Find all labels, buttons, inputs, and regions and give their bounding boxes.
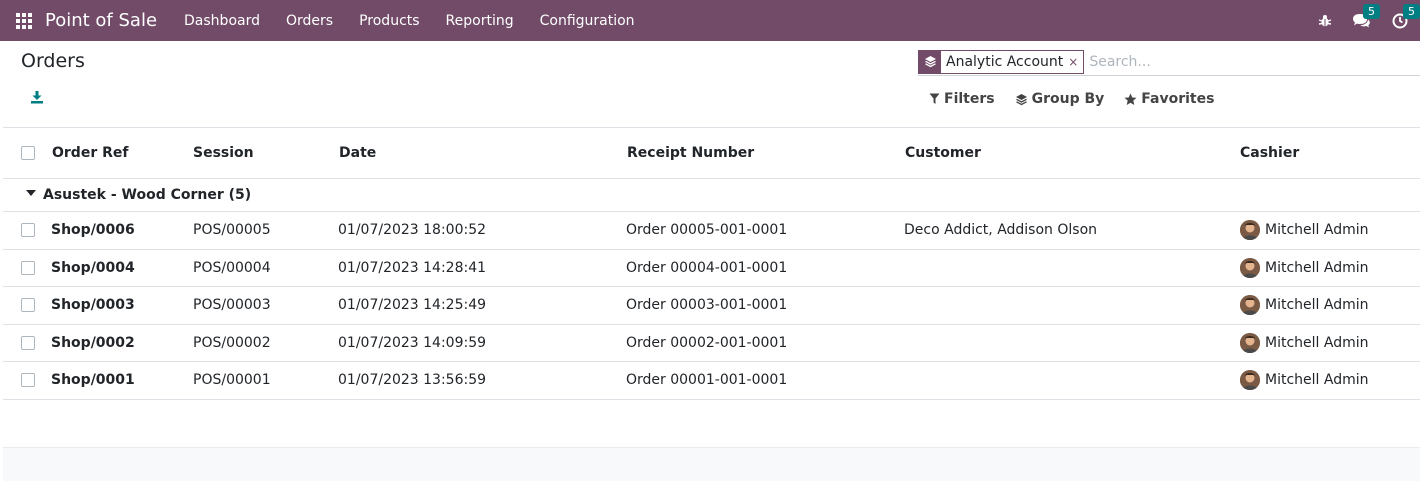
- download-button[interactable]: [30, 90, 44, 108]
- column-header-customer[interactable]: Customer: [905, 128, 981, 178]
- session: POS/00001: [193, 372, 271, 389]
- select-all-checkbox[interactable]: [21, 146, 35, 160]
- group-label: Asustek - Wood Corner (5): [43, 187, 252, 203]
- cashier-name: Mitchell Admin: [1265, 259, 1369, 276]
- row-checkbox[interactable]: [21, 223, 35, 238]
- orders-list: Order Ref Session Date Receipt Number Cu…: [3, 127, 1420, 400]
- menu-configuration[interactable]: Configuration: [527, 13, 648, 29]
- column-header-date[interactable]: Date: [339, 128, 376, 178]
- search-input[interactable]: [1089, 53, 1390, 70]
- filters-button[interactable]: Filters: [929, 91, 995, 107]
- menu-reporting[interactable]: Reporting: [433, 13, 527, 29]
- avatar: [1240, 257, 1260, 278]
- cashier-name: Mitchell Admin: [1265, 372, 1369, 389]
- group-row[interactable]: Asustek - Wood Corner (5): [3, 179, 1420, 212]
- order-ref: Shop/0004: [51, 259, 135, 276]
- receipt-number: Order 00004-001-0001: [626, 259, 788, 276]
- session: POS/00004: [193, 259, 271, 276]
- layers-icon: [919, 50, 941, 73]
- date: 01/07/2023 14:25:49: [338, 297, 487, 314]
- messages-badge: 5: [1363, 4, 1380, 19]
- order-ref: Shop/0001: [51, 372, 135, 389]
- download-icon: [31, 91, 43, 104]
- list-footer-area: [3, 447, 1420, 481]
- group-by-button[interactable]: Group By: [1015, 91, 1105, 107]
- column-header-order-ref[interactable]: Order Ref: [52, 128, 128, 178]
- chat-icon[interactable]: 5: [1352, 4, 1380, 28]
- row-checkbox[interactable]: [21, 298, 35, 313]
- search-bar: Analytic Account ×: [918, 48, 1420, 76]
- caret-down-icon: [26, 190, 36, 196]
- table-row[interactable]: Shop/0001 POS/00001 01/07/2023 13:56:59 …: [3, 362, 1420, 400]
- avatar: [1240, 295, 1260, 316]
- cashier-name: Mitchell Admin: [1265, 297, 1369, 314]
- page-title: Orders: [21, 50, 85, 72]
- session: POS/00003: [193, 297, 271, 314]
- star-icon: [1124, 93, 1137, 105]
- receipt-number: Order 00003-001-0001: [626, 297, 788, 314]
- column-header-session[interactable]: Session: [193, 128, 254, 178]
- filters-label: Filters: [944, 91, 995, 107]
- search-facet: Analytic Account ×: [918, 49, 1085, 74]
- menu-orders[interactable]: Orders: [273, 13, 346, 29]
- receipt-number: Order 00002-001-0001: [626, 334, 788, 351]
- column-header-receipt-number[interactable]: Receipt Number: [627, 128, 754, 178]
- receipt-number: Order 00001-001-0001: [626, 372, 788, 389]
- apps-grid-icon[interactable]: [16, 12, 32, 29]
- table-row[interactable]: Shop/0002 POS/00002 01/07/2023 14:09:59 …: [3, 325, 1420, 362]
- order-ref: Shop/0006: [51, 222, 135, 239]
- date: 01/07/2023 13:56:59: [338, 372, 487, 389]
- date: 01/07/2023 14:09:59: [338, 334, 487, 351]
- layers-icon: [1015, 93, 1027, 105]
- avatar: [1240, 220, 1260, 241]
- customer: Deco Addict, Addison Olson: [904, 222, 1098, 239]
- cashier-name: Mitchell Admin: [1265, 334, 1369, 351]
- menu-dashboard[interactable]: Dashboard: [171, 13, 273, 29]
- avatar: [1240, 332, 1260, 353]
- search-options: Filters Group By Favorites: [929, 91, 1234, 107]
- facet-remove-button[interactable]: ×: [1068, 51, 1083, 73]
- column-header-cashier[interactable]: Cashier: [1240, 128, 1299, 178]
- date: 01/07/2023 18:00:52: [338, 222, 487, 239]
- session: POS/00002: [193, 334, 271, 351]
- session: POS/00005: [193, 222, 271, 239]
- date: 01/07/2023 14:28:41: [338, 259, 487, 276]
- table-header: Order Ref Session Date Receipt Number Cu…: [3, 127, 1420, 179]
- favorites-button[interactable]: Favorites: [1124, 91, 1214, 107]
- avatar: [1240, 370, 1260, 391]
- cashier-name: Mitchell Admin: [1265, 222, 1369, 239]
- clock-icon[interactable]: 5: [1392, 3, 1420, 29]
- systray: 5 5: [1318, 0, 1420, 41]
- bug-icon[interactable]: [1318, 14, 1332, 28]
- row-checkbox[interactable]: [21, 373, 35, 388]
- filter-icon: [929, 93, 940, 104]
- activities-badge: 5: [1403, 3, 1420, 19]
- app-name[interactable]: Point of Sale: [45, 10, 157, 31]
- favorites-label: Favorites: [1141, 91, 1215, 107]
- facet-value: Analytic Account: [946, 53, 1064, 70]
- table-row[interactable]: Shop/0006 POS/00005 01/07/2023 18:00:52 …: [3, 212, 1420, 250]
- table-row[interactable]: Shop/0004 POS/00004 01/07/2023 14:28:41 …: [3, 250, 1420, 287]
- group-by-label: Group By: [1031, 91, 1105, 107]
- receipt-number: Order 00005-001-0001: [626, 222, 788, 239]
- table-row[interactable]: Shop/0003 POS/00003 01/07/2023 14:25:49 …: [3, 287, 1420, 325]
- order-ref: Shop/0002: [51, 334, 135, 351]
- top-navbar: Point of Sale Dashboard Orders Products …: [0, 0, 1420, 41]
- menu-products[interactable]: Products: [346, 13, 432, 29]
- row-checkbox[interactable]: [21, 260, 35, 275]
- order-ref: Shop/0003: [51, 297, 135, 314]
- row-checkbox[interactable]: [21, 335, 35, 350]
